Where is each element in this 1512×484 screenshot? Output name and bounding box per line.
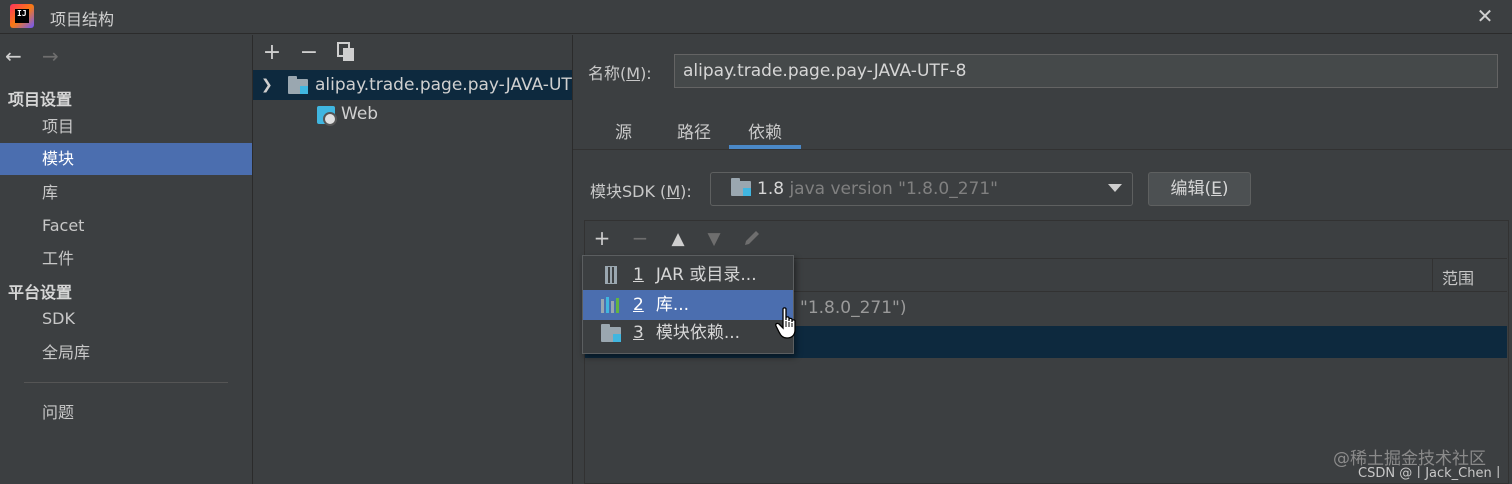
splitter[interactable] [572, 35, 573, 484]
menu-item-jar-or-directory[interactable]: 1 JAR 或目录... [583, 260, 793, 290]
add-module-button[interactable]: + [260, 40, 284, 65]
module-sdk-label: 模块SDK (M): [590, 182, 692, 201]
scope-column-header[interactable]: 范围 [1442, 265, 1474, 289]
watermark-csdn: CSDN @丨Jack_Chen丨 [1358, 466, 1505, 481]
menu-item-module-dependency[interactable]: 3 模块依赖... [583, 318, 793, 348]
platform-settings-header: 平台设置 [8, 283, 73, 302]
web-facet-icon [317, 106, 337, 126]
copy-icon[interactable] [337, 42, 355, 62]
move-up-button[interactable]: ▲ [666, 229, 690, 249]
sidebar-item-modules[interactable]: 模块 [0, 143, 252, 175]
hand-cursor-icon [775, 306, 799, 340]
project-settings-header: 项目设置 [8, 90, 73, 109]
chevron-down-icon[interactable] [1108, 184, 1122, 192]
tab-paths[interactable]: 路径 [677, 118, 711, 143]
close-icon[interactable]: ✕ [1472, 3, 1498, 29]
move-down-button[interactable]: ▼ [702, 229, 726, 249]
edit-sdk-button[interactable]: 编辑(E) [1148, 172, 1251, 206]
jdk-dependency-row[interactable]: "1.8.0_271") [800, 298, 906, 318]
sidebar-item-facets[interactable]: Facet [0, 210, 252, 242]
name-label: 名称(M): [588, 64, 652, 83]
arrow-right-icon[interactable]: → [42, 44, 59, 68]
sidebar-item-problems[interactable]: 问题 [0, 397, 252, 429]
sdk-folder-icon [731, 178, 751, 196]
tree-item-module[interactable]: ❯ alipay.trade.page.pay-JAVA-UTF-8 [253, 70, 572, 100]
sidebar-item-project[interactable]: 项目 [0, 111, 252, 143]
library-icon [601, 297, 621, 313]
sidebar-item-sdk[interactable]: SDK [0, 303, 252, 335]
title-bar [0, 0, 1512, 34]
module-name-input[interactable]: alipay.trade.page.pay-JAVA-UTF-8 [674, 54, 1498, 88]
module-folder-icon [288, 76, 308, 94]
module-sdk-dropdown[interactable]: 1.8 java version "1.8.0_271" [710, 172, 1133, 206]
jar-icon [605, 266, 617, 284]
pencil-icon[interactable] [742, 228, 762, 248]
arrow-left-icon[interactable]: ← [5, 44, 22, 68]
add-dependency-button[interactable]: + [590, 226, 614, 250]
window-title: 项目结构 [50, 10, 115, 29]
web-facet-label: Web [341, 104, 379, 124]
sidebar-divider [24, 382, 228, 383]
column-separator[interactable] [1432, 258, 1433, 292]
intellij-idea-icon: IJ [10, 4, 34, 28]
tab-sources[interactable]: 源 [615, 118, 632, 143]
tabs-divider [573, 149, 1512, 150]
remove-module-button[interactable]: − [297, 40, 321, 65]
tab-dependencies[interactable]: 依赖 [748, 118, 782, 143]
module-folder-icon [601, 324, 621, 342]
menu-item-library[interactable]: 2 库... [583, 290, 793, 320]
sidebar-item-libraries[interactable]: 库 [0, 177, 252, 209]
module-name-label: alipay.trade.page.pay-JAVA-UTF-8 [315, 75, 572, 95]
chevron-down-icon[interactable]: ❯ [261, 70, 273, 100]
sidebar-item-artifacts[interactable]: 工件 [0, 243, 252, 275]
tree-item-web-facet[interactable]: Web [253, 99, 572, 129]
sidebar-item-global-libraries[interactable]: 全局库 [0, 337, 252, 369]
remove-dependency-button[interactable]: − [628, 226, 652, 250]
